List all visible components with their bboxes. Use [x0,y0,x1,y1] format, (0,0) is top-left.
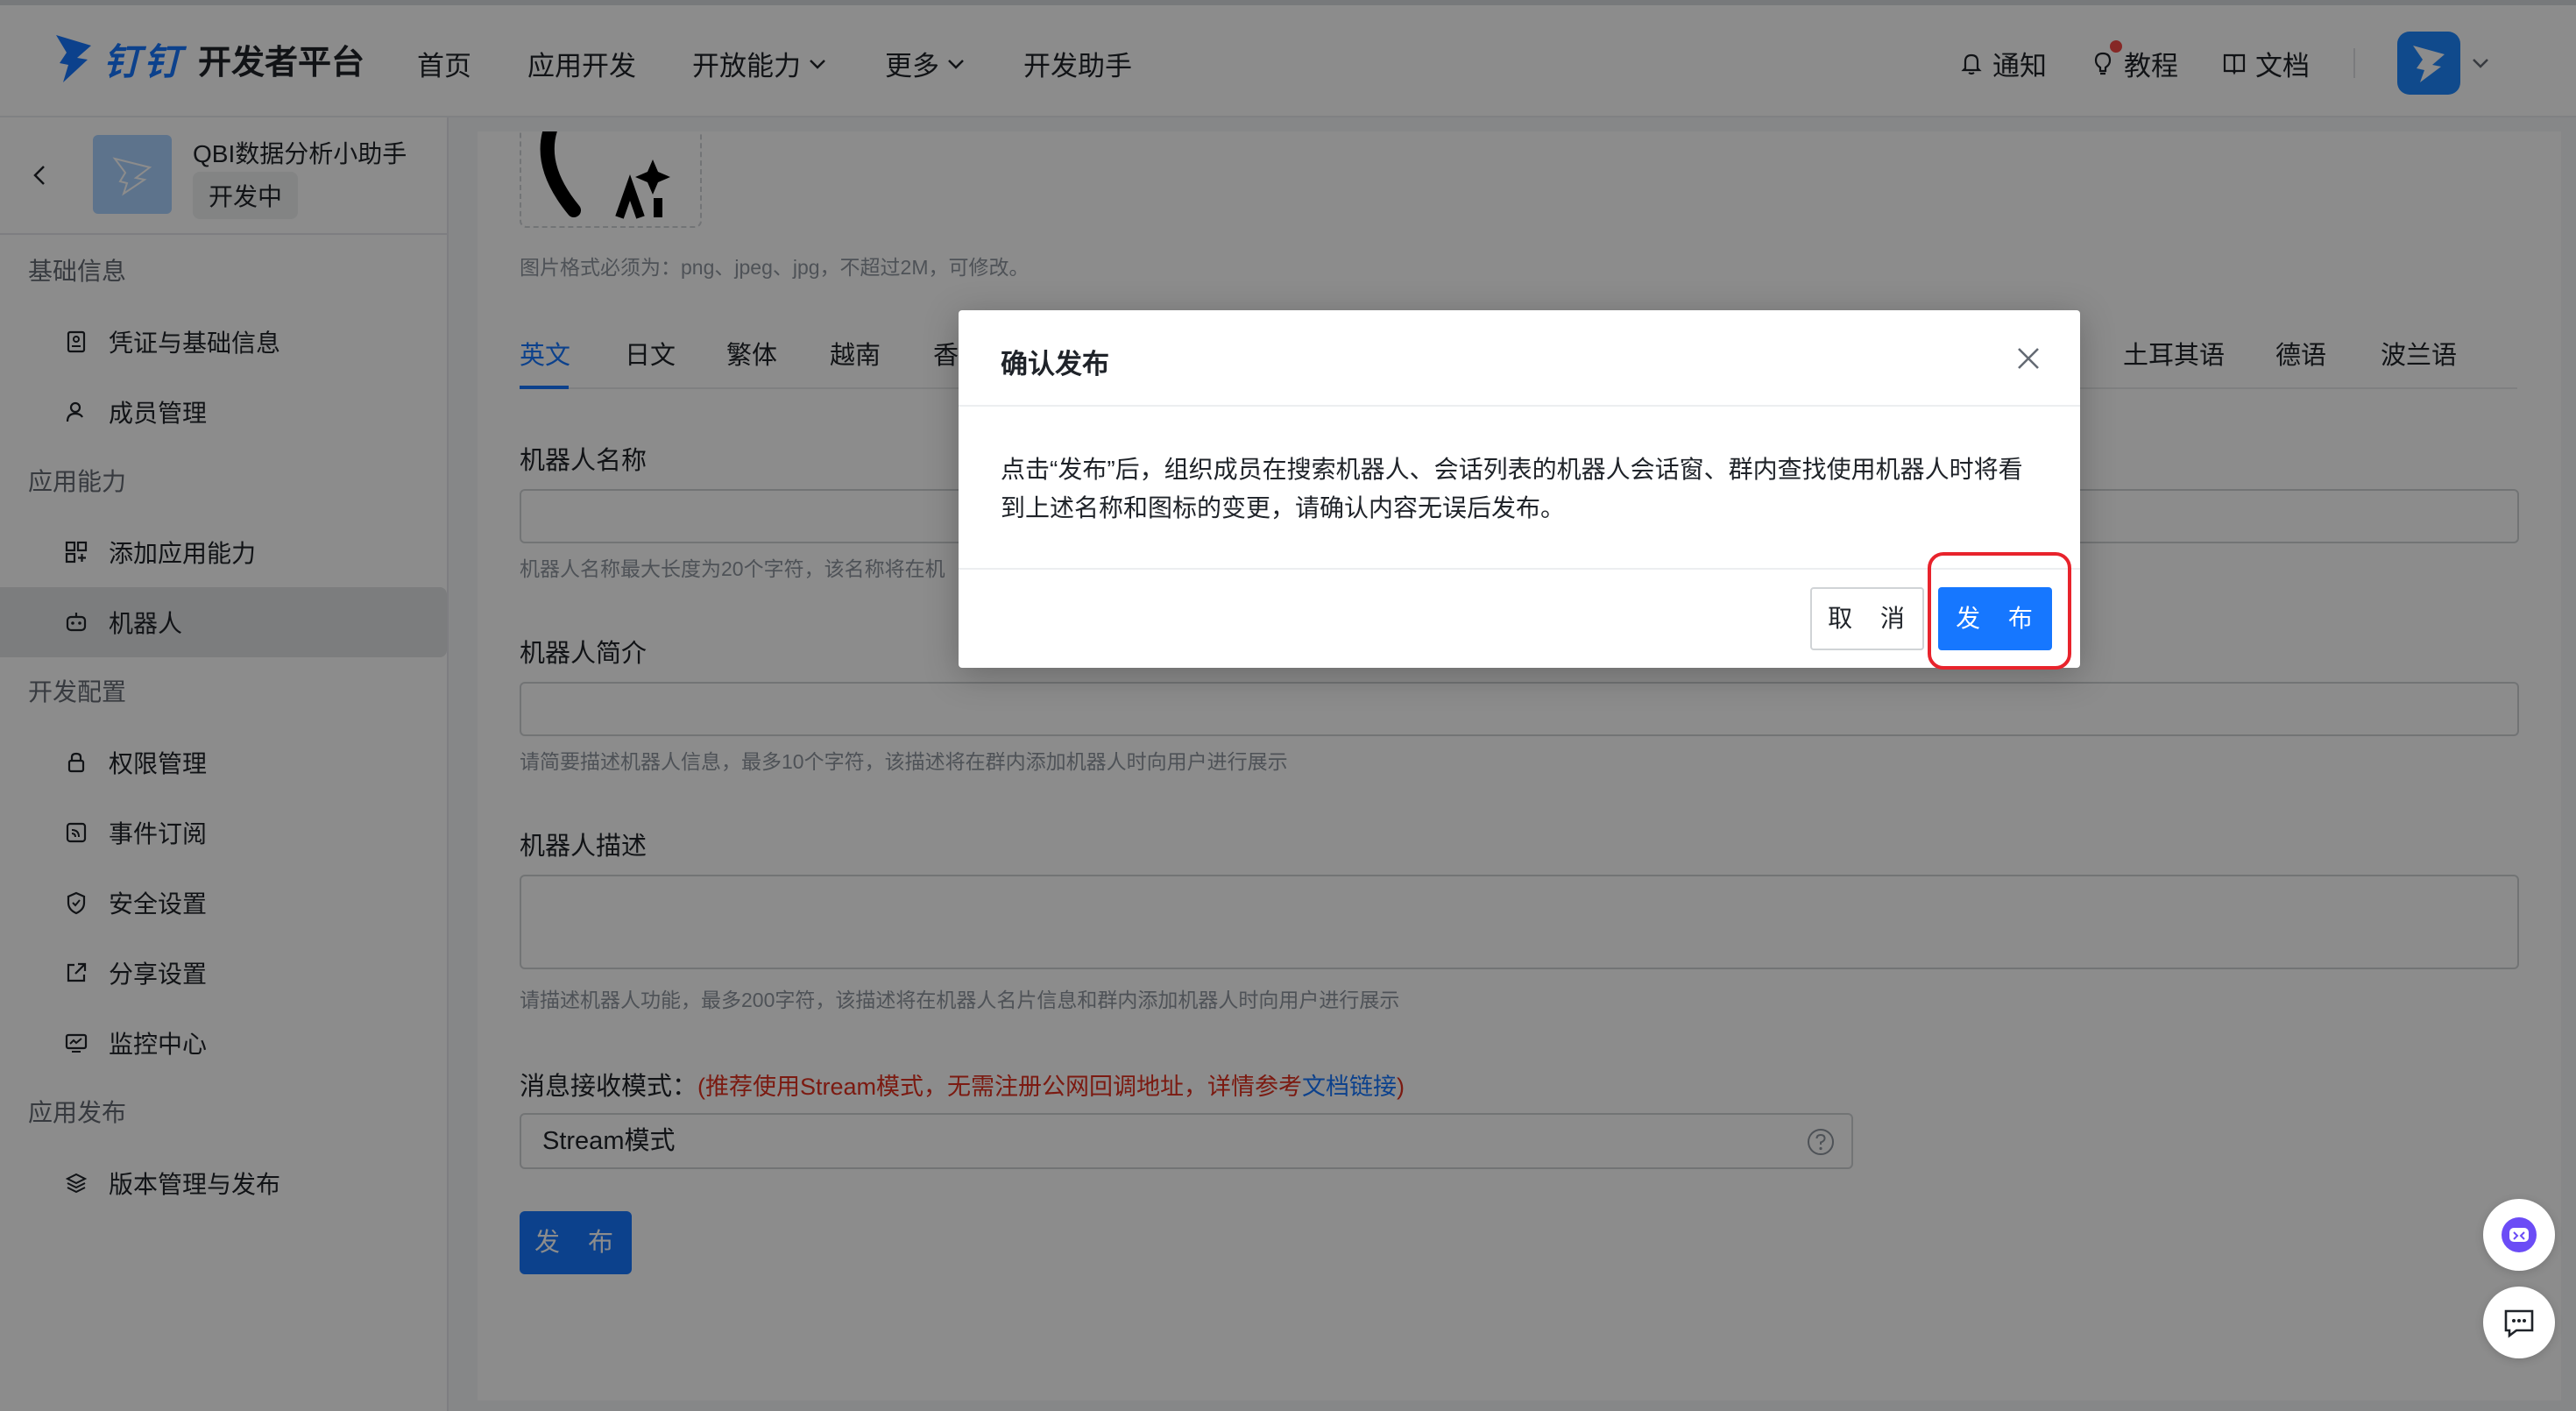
cancel-button[interactable]: 取 消 [1810,587,1924,650]
ai-assistant-button[interactable] [2483,1199,2555,1271]
dialog-header-divider [959,405,2080,407]
modal-overlay[interactable] [0,0,2576,1411]
dialog-body: 点击“发布”后，组织成员在搜索机器人、会话列表的机器人会话窗、群内查找使用机器人… [1001,456,2023,521]
feedback-chat-button[interactable] [2483,1287,2555,1358]
highlight-box [1928,552,2071,670]
chat-icon [2504,1309,2534,1338]
dialog-footer-divider [959,568,2080,570]
confirm-publish-dialog: 确认发布 点击“发布”后，组织成员在搜索机器人、会话列表的机器人会话窗、群内查找… [959,310,2080,668]
close-icon[interactable] [2012,342,2045,375]
app-root: 钉钉 开发者平台 首页 应用开发 开放能力 更多 开发助手 通知 教程 文档 Q… [0,0,2576,1411]
assistant-icon [2502,1217,2537,1252]
dialog-title: 确认发布 [1001,349,1109,379]
